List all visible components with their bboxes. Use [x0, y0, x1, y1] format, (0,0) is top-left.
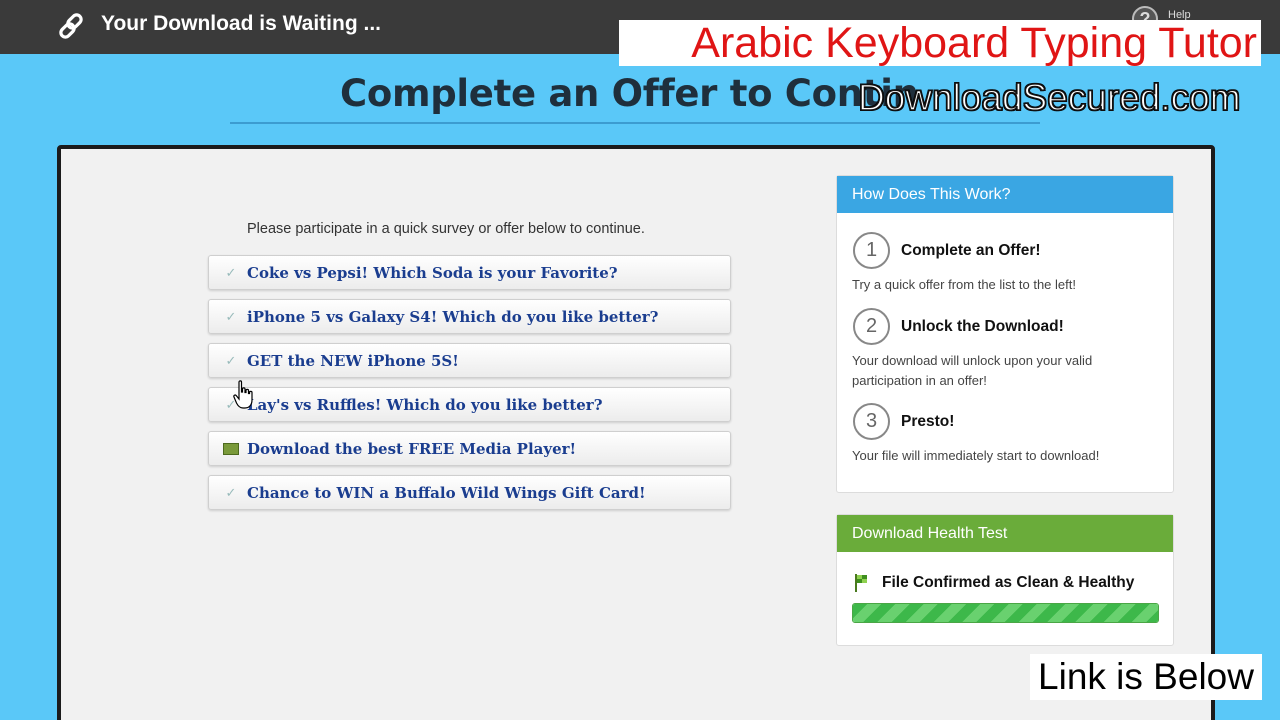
- step-number: 3: [853, 403, 890, 440]
- step-desc: Your download will unlock upon your vali…: [852, 353, 1093, 388]
- product-title-overlay: Arabic Keyboard Typing Tutor: [619, 20, 1261, 66]
- health-progress-bar: [852, 603, 1159, 623]
- link-notice-overlay: Link is Below: [1030, 654, 1262, 700]
- flag-icon: [855, 574, 867, 592]
- step-title: Complete an Offer!: [901, 241, 1041, 259]
- offer-label: Download the best FREE Media Player!: [247, 439, 577, 458]
- how-it-works-header: How Does This Work?: [837, 176, 1173, 213]
- step-number: 1: [853, 232, 890, 269]
- step-desc: Try a quick offer from the list to the l…: [852, 277, 1076, 292]
- media-icon: [223, 442, 239, 455]
- offer-label: GET the NEW iPhone 5S!: [247, 351, 459, 370]
- offer-item-2[interactable]: ✓ iPhone 5 vs Galaxy S4! Which do you li…: [208, 299, 731, 334]
- offer-label: Coke vs Pepsi! Which Soda is your Favori…: [247, 263, 618, 282]
- offer-item-5[interactable]: Download the best FREE Media Player!: [208, 431, 731, 466]
- offer-item-3[interactable]: ✓ GET the NEW iPhone 5S!: [208, 343, 731, 378]
- hand-cursor-icon: [233, 380, 253, 409]
- step-1: 1 Complete an Offer!: [853, 232, 1041, 269]
- health-test-header: Download Health Test: [837, 515, 1173, 552]
- health-status: File Confirmed as Clean & Healthy: [882, 574, 1135, 591]
- health-progress-fill: [853, 604, 1158, 622]
- offer-label: iPhone 5 vs Galaxy S4! Which do you like…: [247, 307, 659, 326]
- step-desc: Your file will immediately start to down…: [852, 448, 1100, 463]
- check-icon: ✓: [225, 264, 237, 280]
- step-title: Unlock the Download!: [901, 317, 1064, 335]
- offer-heading: Complete an Offer to Contin: [340, 72, 919, 115]
- step-2: 2 Unlock the Download!: [853, 308, 1064, 345]
- check-icon: ✓: [225, 352, 237, 368]
- step-number: 2: [853, 308, 890, 345]
- step-title: Presto!: [901, 412, 955, 430]
- offer-item-4[interactable]: ✓ Lay's vs Ruffles! Which do you like be…: [208, 387, 731, 422]
- health-test-box: Download Health Test File Confirmed as C…: [836, 514, 1174, 646]
- step-3: 3 Presto!: [853, 403, 954, 440]
- check-icon: ✓: [225, 484, 237, 500]
- instructions-text: Please participate in a quick survey or …: [247, 221, 645, 237]
- how-it-works-box: How Does This Work? 1 Complete an Offer!…: [836, 175, 1174, 493]
- domain-overlay: DownloadSecured.com: [857, 76, 1241, 119]
- check-icon: ✓: [225, 308, 237, 324]
- heading-divider: [230, 122, 1040, 124]
- offer-item-6[interactable]: ✓ Chance to WIN a Buffalo Wild Wings Gif…: [208, 475, 731, 510]
- offer-label: Lay's vs Ruffles! Which do you like bett…: [247, 395, 603, 414]
- page-title: Your Download is Waiting ...: [101, 12, 381, 35]
- offer-label: Chance to WIN a Buffalo Wild Wings Gift …: [247, 483, 646, 502]
- link-icon: [59, 13, 83, 39]
- health-status-row: File Confirmed as Clean & Healthy: [853, 573, 1134, 593]
- offer-item-1[interactable]: ✓ Coke vs Pepsi! Which Soda is your Favo…: [208, 255, 731, 290]
